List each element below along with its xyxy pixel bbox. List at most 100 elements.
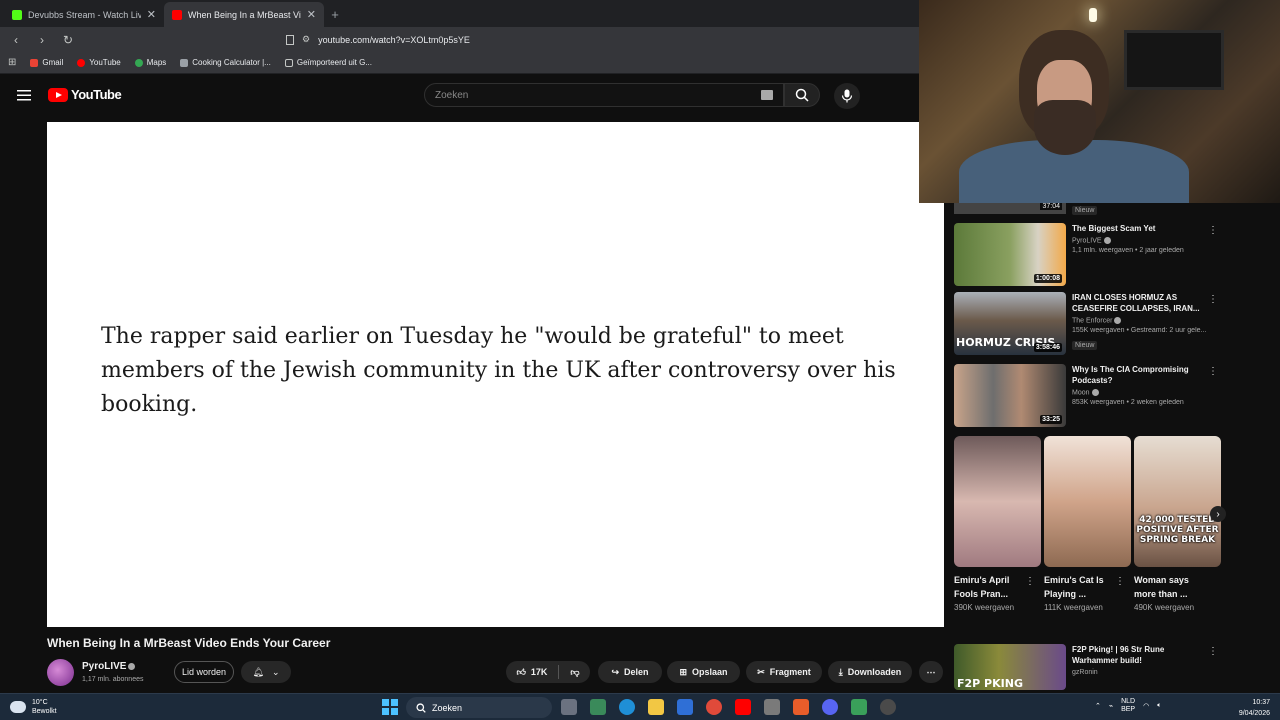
- taskbar-search-label: Zoeken: [432, 702, 463, 713]
- download-button[interactable]: ⤓ Downloaden: [828, 661, 912, 683]
- address-bar[interactable]: ⚙ youtube.com/watch?v=XOLtm0p5sYE: [286, 34, 470, 45]
- video-title[interactable]: F2P Pking! | 96 Str Rune Warhammer build…: [1072, 644, 1208, 666]
- reload-icon[interactable]: ↻: [60, 32, 76, 48]
- voice-search-button[interactable]: [834, 83, 860, 109]
- related-video[interactable]: 33:25 Why Is The CIA Compromising Podcas…: [954, 364, 1226, 430]
- more-options-icon[interactable]: ⋮: [1115, 576, 1125, 587]
- channel-name[interactable]: The Enforcer: [1072, 317, 1112, 324]
- bookmark-icon[interactable]: [286, 34, 294, 45]
- discord-icon[interactable]: [822, 699, 838, 715]
- video-meta: 853K weergaven • 2 weken geleden: [1072, 399, 1184, 407]
- close-icon[interactable]: ✕: [147, 8, 156, 21]
- new-tab-button[interactable]: +: [324, 2, 346, 27]
- related-video[interactable]: 1:00:08 The Biggest Scam Yet PyroLIVE 1,…: [954, 223, 1226, 289]
- channel-name[interactable]: PyroLIVE: [1072, 237, 1102, 244]
- short-item[interactable]: Emiru's April Fools Pran... 390K weergav…: [954, 436, 1041, 612]
- short-item[interactable]: Emiru's Cat Is Playing ... 111K weergave…: [1044, 436, 1131, 612]
- video-thumbnail[interactable]: F2P PKING: [954, 644, 1066, 690]
- task-view-icon[interactable]: [561, 699, 577, 715]
- brave-icon[interactable]: [793, 699, 809, 715]
- channel-name[interactable]: PyroLIVE: [82, 661, 126, 672]
- obs-icon[interactable]: [880, 699, 896, 715]
- video-player[interactable]: The rapper said earlier on Tuesday he "w…: [47, 122, 944, 627]
- related-video[interactable]: F2P PKING F2P Pking! | 96 Str Rune Warha…: [954, 644, 1226, 690]
- back-icon[interactable]: ‹: [8, 32, 24, 48]
- video-duration: 3:58:46: [1033, 343, 1062, 352]
- youtube-app-icon[interactable]: [735, 699, 751, 715]
- short-title[interactable]: Emiru's April Fools Pran...: [954, 573, 1026, 601]
- dislike-button[interactable]: 👎︎: [570, 667, 579, 678]
- volume-icon[interactable]: 🔈︎: [1157, 702, 1161, 710]
- video-title[interactable]: Why Is The CIA Compromising Podcasts?: [1072, 364, 1208, 386]
- channel-name-row[interactable]: PyroLIVE: [82, 661, 136, 672]
- forward-icon[interactable]: ›: [34, 32, 50, 48]
- weather-description: Bewolkt: [32, 708, 57, 715]
- more-actions-button[interactable]: ⋯: [919, 661, 943, 683]
- more-options-icon[interactable]: ⋮: [1208, 646, 1218, 657]
- save-button[interactable]: ⊞ Opslaan: [667, 661, 740, 683]
- url-text[interactable]: youtube.com/watch?v=XOLtm0p5sYE: [318, 35, 470, 45]
- bookmark-maps[interactable]: Maps: [134, 58, 166, 67]
- channel-name[interactable]: gzRonin: [1072, 669, 1208, 676]
- file-explorer-icon[interactable]: [648, 699, 664, 715]
- more-options-icon[interactable]: ⋮: [1208, 366, 1218, 377]
- partial-video-thumbnail[interactable]: 37:04: [954, 203, 1066, 214]
- wifi-icon[interactable]: ◠: [1143, 702, 1149, 710]
- join-button[interactable]: Lid worden: [174, 661, 234, 683]
- language-indicator[interactable]: NLD BEP: [1121, 698, 1135, 714]
- chrome-icon[interactable]: [706, 699, 722, 715]
- share-button[interactable]: ↪ Delen: [598, 661, 662, 683]
- bookmark-youtube[interactable]: YouTube: [77, 58, 121, 67]
- search-input[interactable]: Zoeken: [424, 83, 784, 107]
- close-icon[interactable]: ✕: [307, 8, 316, 21]
- channel-name[interactable]: Moon: [1072, 389, 1090, 396]
- video-thumbnail[interactable]: 1:00:08: [954, 223, 1066, 286]
- youtube-logo[interactable]: YouTube: [48, 87, 122, 102]
- video-title[interactable]: IRAN CLOSES HORMUZ AS CEASEFIRE COLLAPSE…: [1072, 292, 1208, 314]
- video-thumbnail[interactable]: HORMUZ CRISIS 3:58:46: [954, 292, 1066, 355]
- app-icon[interactable]: [851, 699, 867, 715]
- kick-icon: [12, 9, 22, 20]
- chevron-down-icon: ⌄: [271, 666, 280, 677]
- tab-devubbs[interactable]: Devubbs Stream - Watch Live on ✕: [4, 2, 164, 27]
- like-button[interactable]: 👍︎ 17K: [516, 667, 547, 678]
- short-thumbnail[interactable]: [1044, 436, 1131, 567]
- notification-button[interactable]: 🔔︎ ⌄: [241, 661, 291, 683]
- short-item[interactable]: 42,000 TESTED POSITIVE AFTER SPRING BREA…: [1134, 436, 1221, 612]
- related-video[interactable]: HORMUZ CRISIS 3:58:46 IRAN CLOSES HORMUZ…: [954, 292, 1226, 358]
- calculator-icon[interactable]: [764, 699, 780, 715]
- weather-widget[interactable]: 10°C Bewolkt: [10, 698, 57, 716]
- search-button[interactable]: [784, 83, 820, 107]
- network-icon[interactable]: ⌁: [1109, 702, 1113, 710]
- chevron-right-icon[interactable]: ›: [1210, 506, 1226, 522]
- video-title[interactable]: The Biggest Scam Yet: [1072, 223, 1208, 234]
- chevron-up-icon[interactable]: ⌃: [1095, 702, 1101, 710]
- clock[interactable]: 10:37 9/04/2026: [1222, 697, 1270, 719]
- windows-start-icon[interactable]: [382, 699, 398, 715]
- more-options-icon[interactable]: ⋮: [1208, 294, 1218, 305]
- tab-youtube-video[interactable]: When Being In a MrBeast Vid ✕: [164, 2, 324, 27]
- apps-icon[interactable]: ⊞: [8, 57, 16, 68]
- short-thumbnail[interactable]: 42,000 TESTED POSITIVE AFTER SPRING BREA…: [1134, 436, 1221, 567]
- verified-icon: [1114, 317, 1122, 324]
- short-title[interactable]: Woman says more than ...: [1134, 573, 1206, 601]
- site-info-icon[interactable]: ⚙: [302, 34, 310, 45]
- taskbar-search[interactable]: Zoeken: [406, 697, 552, 718]
- new-badge: Nieuw: [1072, 341, 1098, 351]
- short-thumbnail[interactable]: [954, 436, 1041, 567]
- more-options-icon[interactable]: ⋮: [1025, 576, 1035, 587]
- store-icon[interactable]: [590, 699, 606, 715]
- edge-icon[interactable]: [619, 699, 635, 715]
- video-thumbnail[interactable]: 33:25: [954, 364, 1066, 427]
- mail-icon[interactable]: [677, 699, 693, 715]
- channel-avatar[interactable]: [47, 659, 74, 686]
- clip-button[interactable]: ✂ Fragment: [746, 661, 822, 683]
- bookmark-cooking-calculator[interactable]: Cooking Calculator |...: [180, 58, 271, 67]
- keyboard-icon[interactable]: [761, 90, 773, 100]
- short-title[interactable]: Emiru's Cat Is Playing ...: [1044, 573, 1116, 601]
- page-icon: [180, 58, 189, 67]
- menu-icon[interactable]: [15, 86, 33, 104]
- bookmark-imported-folder[interactable]: Geïmporteerd uit G...: [284, 58, 372, 67]
- more-options-icon[interactable]: ⋮: [1208, 225, 1218, 236]
- bookmark-gmail[interactable]: Gmail: [30, 58, 63, 67]
